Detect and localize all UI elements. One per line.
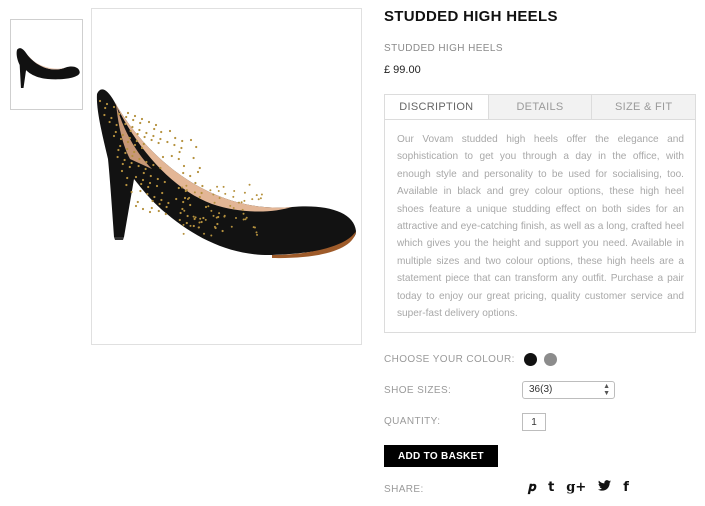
- product-subtitle: STUDDED HIGH HEELS: [384, 43, 503, 54]
- add-to-basket-button[interactable]: ADD TO BASKET: [384, 445, 498, 467]
- quantity-label: QUANTITY:: [384, 416, 440, 427]
- share-icons: 𝒑 t g+ f: [528, 480, 629, 495]
- tab-description[interactable]: DISCRIPTION: [385, 95, 488, 119]
- product-main-image: [91, 8, 362, 345]
- share-label: SHARE:: [384, 484, 424, 495]
- description-text: Our Vovam studded high heels offer the e…: [397, 131, 684, 322]
- tab-size-fit[interactable]: SIZE & FIT: [591, 95, 695, 119]
- shoe-sizes-label: SHOE SIZES:: [384, 385, 451, 396]
- pinterest-icon[interactable]: 𝒑: [528, 480, 536, 495]
- twitter-icon[interactable]: [598, 480, 611, 495]
- facebook-icon[interactable]: f: [623, 480, 629, 495]
- colour-swatch-grey[interactable]: [544, 353, 557, 366]
- tab-details[interactable]: DETAILS: [488, 95, 592, 119]
- tumblr-icon[interactable]: t: [548, 480, 554, 495]
- select-arrows-icon: ▲ ▼: [603, 383, 610, 397]
- product-price: £ 99.00: [384, 64, 421, 76]
- product-thumbnail[interactable]: [10, 19, 83, 110]
- shoe-size-select[interactable]: 36(3) ▲ ▼: [522, 381, 615, 399]
- colour-label: CHOOSE YOUR COLOUR:: [384, 354, 515, 365]
- quantity-input[interactable]: 1: [522, 413, 546, 431]
- colour-swatch-black[interactable]: [524, 353, 537, 366]
- product-info-tabs: DISCRIPTION DETAILS SIZE & FIT: [384, 94, 696, 120]
- google-plus-icon[interactable]: g+: [566, 480, 586, 495]
- shoe-size-value: 36(3): [529, 384, 552, 395]
- description-panel: Our Vovam studded high heels offer the e…: [384, 119, 696, 333]
- shoe-thumbnail-image: [12, 35, 81, 95]
- product-title: STUDDED HIGH HEELS: [384, 8, 558, 25]
